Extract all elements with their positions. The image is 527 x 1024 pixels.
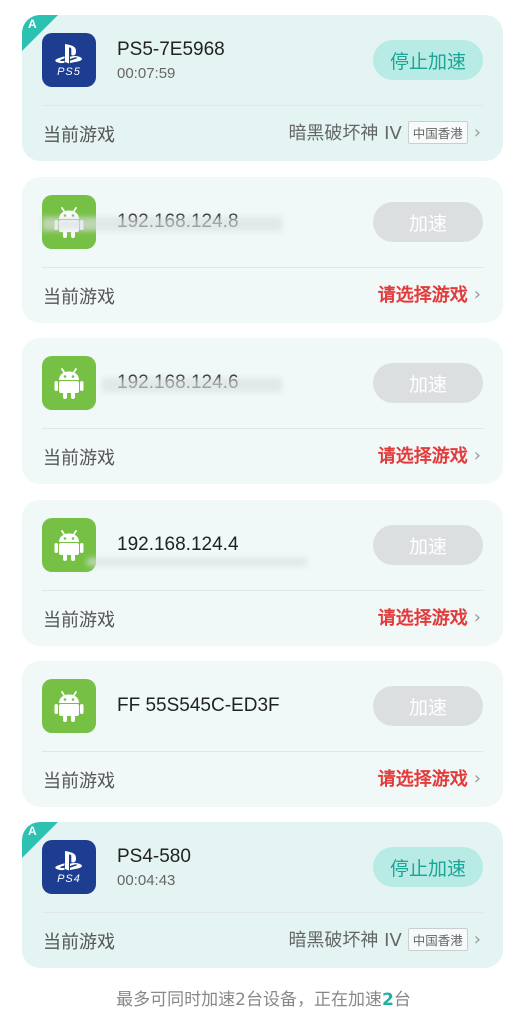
chevron-right-icon: › xyxy=(473,606,481,628)
divider xyxy=(42,751,483,752)
accelerate-button[interactable]: 加速 xyxy=(373,363,483,403)
device-card-ps5: A PS5 PS5-7E5968 00:07:59 停止加速 当前游戏 暗黑破坏… xyxy=(22,15,503,161)
stop-accelerate-button[interactable]: 停止加速 xyxy=(373,847,483,887)
privacy-blur xyxy=(42,217,282,231)
limit-text: 最多可同时加速2台设备，正在加速 xyxy=(116,990,382,1010)
select-game-text: 请选择游戏 xyxy=(377,285,468,306)
current-game-label: 当前游戏 xyxy=(43,125,115,146)
current-game-selector[interactable]: 暗黑破坏神 IV 中国香港 › xyxy=(288,926,481,952)
active-count: 2 xyxy=(381,990,394,1010)
select-game-link[interactable]: 请选择游戏 › xyxy=(378,442,481,468)
current-game-selector[interactable]: 暗黑破坏神 IV 中国香港 › xyxy=(288,119,481,145)
device-name: FF 55S545C-ED3F xyxy=(117,695,280,716)
select-game-text: 请选择游戏 xyxy=(377,608,468,629)
region-tag: 中国香港 xyxy=(407,120,468,144)
limit-unit: 台 xyxy=(393,990,411,1010)
select-game-text: 请选择游戏 xyxy=(377,769,468,790)
active-badge-label: A xyxy=(28,824,37,838)
platform-label: PS4 xyxy=(57,872,81,885)
accelerate-button[interactable]: 加速 xyxy=(373,525,483,565)
chevron-right-icon: › xyxy=(473,928,481,950)
accelerate-button[interactable]: 加速 xyxy=(373,686,483,726)
select-game-text: 请选择游戏 xyxy=(377,446,468,467)
current-game-label: 当前游戏 xyxy=(43,287,115,308)
divider xyxy=(42,267,483,268)
stop-accelerate-button[interactable]: 停止加速 xyxy=(373,40,483,80)
region-tag: 中国香港 xyxy=(407,927,468,951)
current-game-label: 当前游戏 xyxy=(43,932,115,953)
accelerate-button[interactable]: 加速 xyxy=(373,202,483,242)
device-card-android: FF 55S545C-ED3F 加速 当前游戏 请选择游戏 › xyxy=(22,661,503,807)
android-icon xyxy=(42,679,96,733)
accelerate-timer: 00:04:43 xyxy=(117,872,176,889)
current-game-label: 当前游戏 xyxy=(43,610,115,631)
device-name: 192.168.124.4 xyxy=(117,534,239,555)
divider xyxy=(42,912,483,913)
game-name: 暗黑破坏神 IV xyxy=(288,930,402,951)
accelerate-limit-note: 最多可同时加速2台设备，正在加速2台 xyxy=(0,985,527,1010)
privacy-blur xyxy=(87,558,307,566)
device-card-android: 192.168.124.4 加速 当前游戏 请选择游戏 › xyxy=(22,500,503,646)
device-name: PS5-7E5968 xyxy=(117,39,225,60)
select-game-link[interactable]: 请选择游戏 › xyxy=(378,604,481,630)
chevron-right-icon: › xyxy=(473,121,481,143)
select-game-link[interactable]: 请选择游戏 › xyxy=(378,281,481,307)
device-name: PS4-580 xyxy=(117,846,191,867)
playstation-icon: PS4 xyxy=(42,840,96,894)
chevron-right-icon: › xyxy=(473,444,481,466)
current-game-label: 当前游戏 xyxy=(43,448,115,469)
divider xyxy=(42,105,483,106)
privacy-blur xyxy=(102,378,282,392)
device-card-ps4: A PS4 PS4-580 00:04:43 停止加速 当前游戏 暗黑破坏神 I… xyxy=(22,822,503,968)
divider xyxy=(42,428,483,429)
divider xyxy=(42,590,483,591)
playstation-icon: PS5 xyxy=(42,33,96,87)
chevron-right-icon: › xyxy=(473,283,481,305)
platform-label: PS5 xyxy=(57,65,81,78)
accelerate-timer: 00:07:59 xyxy=(117,65,176,82)
active-badge-label: A xyxy=(28,17,37,31)
chevron-right-icon: › xyxy=(473,767,481,789)
select-game-link[interactable]: 请选择游戏 › xyxy=(378,765,481,791)
current-game-label: 当前游戏 xyxy=(43,771,115,792)
device-card-android: 192.168.124.8 加速 当前游戏 请选择游戏 › xyxy=(22,177,503,323)
device-card-android: 192.168.124.6 加速 当前游戏 请选择游戏 › xyxy=(22,338,503,484)
android-icon xyxy=(42,356,96,410)
game-name: 暗黑破坏神 IV xyxy=(288,123,402,144)
